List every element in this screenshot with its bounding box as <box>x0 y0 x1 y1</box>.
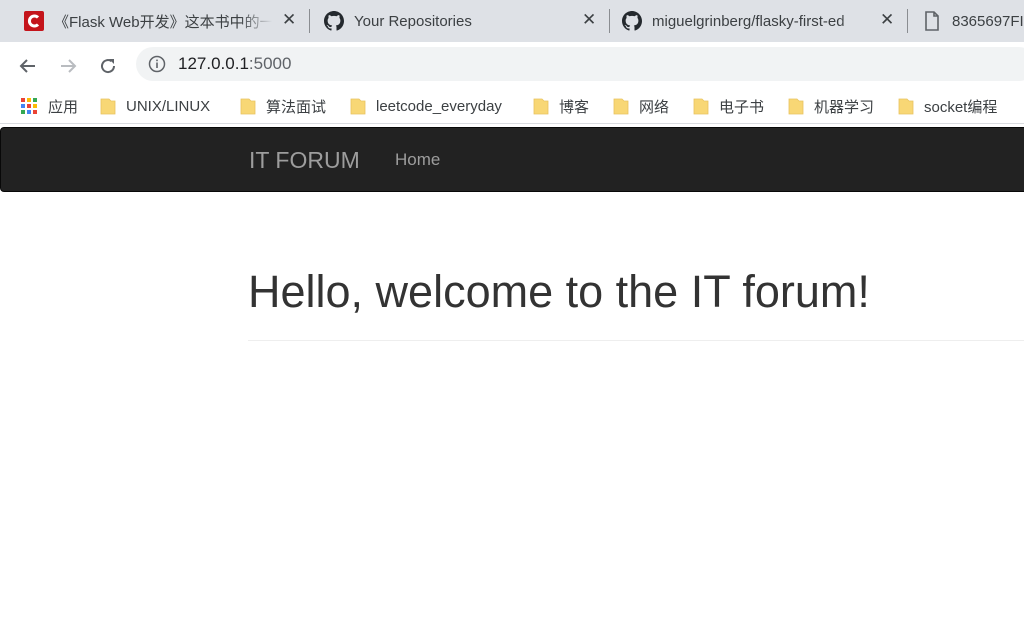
tab-flask-book[interactable]: 《Flask Web开发》这本书中的一 ✕ <box>24 0 308 42</box>
close-icon[interactable]: ✕ <box>582 10 596 30</box>
folder-icon <box>788 98 804 115</box>
tab-title: 8365697FI <box>952 12 1024 30</box>
page-title: Hello, welcome to the IT forum! <box>248 266 870 317</box>
bookmark-label: 算法面试 <box>266 98 327 116</box>
bookmarks-bar: 应用 UNIX/LINUX 算法面试 leetcode_everyday 博客 … <box>0 88 1024 124</box>
url-text[interactable]: 127.0.0.1:5000 <box>178 54 291 74</box>
url-host: 127.0.0.1 <box>178 54 249 73</box>
bookmark-folder[interactable]: socket编程 <box>898 94 997 118</box>
bookmark-apps[interactable]: 应用 <box>20 94 78 118</box>
c-icon <box>24 11 44 31</box>
tab-file[interactable]: 8365697FI <box>922 0 1024 42</box>
tab-strip: 《Flask Web开发》这本书中的一 ✕ Your Repositories … <box>0 0 1024 42</box>
page-header: Hello, welcome to the IT forum! <box>248 266 1024 341</box>
bookmark-label: 博客 <box>559 98 590 116</box>
bookmark-folder[interactable]: 博客 <box>533 94 589 118</box>
bookmark-folder[interactable]: 机器学习 <box>788 94 874 118</box>
close-icon[interactable]: ✕ <box>282 10 296 30</box>
folder-icon <box>100 98 116 115</box>
bookmark-label: socket编程 <box>924 98 998 116</box>
bookmark-label: 电子书 <box>719 98 765 116</box>
close-icon[interactable]: ✕ <box>880 10 894 30</box>
file-icon <box>922 11 942 31</box>
site-navbar: IT FORUM Home <box>0 127 1024 192</box>
forward-button[interactable] <box>54 52 82 80</box>
tab-title: 《Flask Web开发》这本书中的一 <box>54 13 272 31</box>
folder-icon <box>693 98 709 115</box>
bookmark-folder[interactable]: leetcode_everyday <box>350 94 502 118</box>
folder-icon <box>613 98 629 115</box>
browser-toolbar: 127.0.0.1:5000 <box>0 42 1024 88</box>
bookmark-label: UNIX/LINUX <box>126 97 211 115</box>
bookmark-label: 应用 <box>48 98 79 116</box>
info-icon[interactable] <box>148 55 166 73</box>
back-button[interactable] <box>14 52 42 80</box>
folder-icon <box>350 98 366 115</box>
site-brand-link[interactable]: IT FORUM <box>249 147 360 174</box>
url-port: :5000 <box>248 54 292 73</box>
bookmark-folder[interactable]: 网络 <box>613 94 669 118</box>
folder-icon <box>533 98 549 115</box>
nav-home-link[interactable]: Home <box>395 150 440 170</box>
bookmark-label: leetcode_everyday <box>376 97 502 115</box>
tab-separator <box>609 9 610 33</box>
bookmark-folder[interactable]: 算法面试 <box>240 94 326 118</box>
apps-icon <box>20 97 38 115</box>
bookmark-label: 机器学习 <box>814 98 875 116</box>
forward-arrow-icon <box>61 59 77 73</box>
reload-button[interactable] <box>94 52 122 80</box>
tab-title: Your Repositories <box>354 12 472 30</box>
bookmark-label: 网络 <box>639 98 670 116</box>
tab-separator <box>907 9 908 33</box>
reload-icon <box>101 59 116 74</box>
tab-separator <box>309 9 310 33</box>
folder-icon <box>898 98 914 115</box>
back-arrow-icon <box>19 59 35 73</box>
folder-icon <box>240 98 256 115</box>
tab-flasky-repo[interactable]: miguelgrinberg/flasky-first-ed ✕ <box>622 0 906 42</box>
bookmark-folder[interactable]: 电子书 <box>693 94 764 118</box>
tab-title: miguelgrinberg/flasky-first-ed <box>652 12 845 30</box>
address-bar[interactable]: 127.0.0.1:5000 <box>136 47 1024 81</box>
bookmark-folder[interactable]: UNIX/LINUX <box>100 94 210 118</box>
github-icon <box>324 11 344 31</box>
github-icon <box>622 11 642 31</box>
tab-your-repositories[interactable]: Your Repositories ✕ <box>324 0 608 42</box>
